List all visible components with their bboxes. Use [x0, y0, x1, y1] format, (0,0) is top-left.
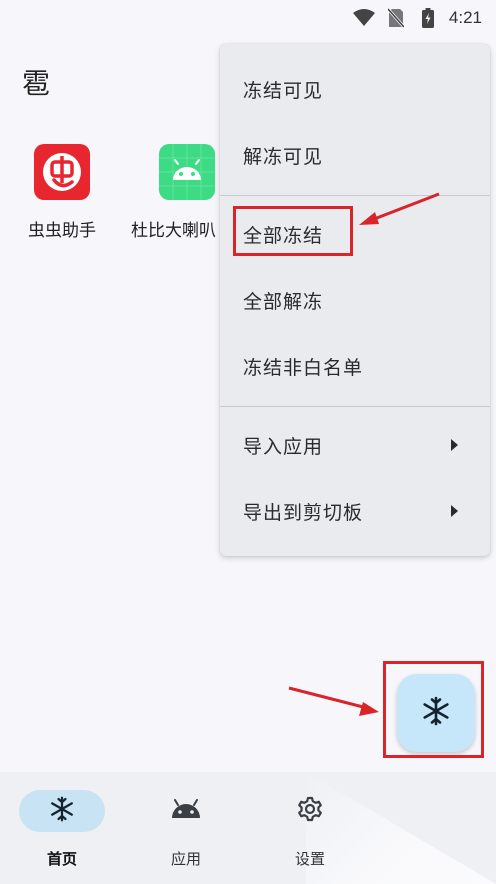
submenu-arrow-icon	[451, 439, 458, 451]
app-tile-chongchong[interactable]: 虫虫助手	[7, 144, 117, 241]
wifi-icon	[352, 7, 375, 29]
snowflake-icon	[49, 796, 75, 826]
menu-item-freeze-non-whitelist[interactable]: 冻结非白名单	[220, 333, 490, 399]
nav-item-apps[interactable]: 应用	[141, 790, 231, 869]
submenu-arrow-icon	[451, 505, 458, 517]
gear-icon	[297, 796, 323, 826]
app-tile-dubi[interactable]: 杜比大喇叭	[131, 144, 220, 241]
nav-label: 应用	[170, 850, 201, 868]
annotation-highlight-fab	[383, 661, 484, 758]
nav-active-indicator	[19, 790, 105, 832]
annotation-arrow-icon	[359, 192, 440, 225]
nav-icon-container	[143, 790, 229, 832]
menu-item-label: 导出到剪切板	[243, 501, 364, 524]
annotation-arrow-icon	[288, 686, 379, 716]
no-sim-icon	[385, 7, 407, 29]
menu-item-unfreeze-all[interactable]: 全部解冻	[220, 267, 490, 333]
menu-item-freeze-visible[interactable]: 冻结可见	[220, 56, 490, 122]
bottom-navigation: 首页 应用 设置	[0, 772, 496, 884]
menu-divider	[220, 406, 490, 407]
overflow-menu: 冻结可见 解冻可见 全部冻结 全部解冻 冻结非白名单 导入应用 导出到剪切板	[220, 44, 490, 556]
nav-icon-container	[267, 790, 353, 832]
menu-item-export-clipboard[interactable]: 导出到剪切板	[220, 478, 490, 544]
menu-item-import-apps[interactable]: 导入应用	[220, 412, 490, 478]
nav-label: 首页	[46, 850, 77, 868]
nav-item-home[interactable]: 首页	[17, 790, 107, 869]
nav-label: 设置	[294, 850, 325, 868]
app-label: 杜比大喇叭	[131, 221, 216, 241]
chongchong-app-icon	[34, 144, 90, 200]
menu-item-unfreeze-visible[interactable]: 解冻可见	[220, 122, 490, 188]
menu-item-label: 解冻可见	[243, 145, 324, 168]
page-title: 雹	[22, 67, 51, 100]
menu-item-label: 全部解冻	[243, 290, 324, 313]
annotation-highlight-freeze-all	[233, 206, 353, 256]
status-time: 4:21	[448, 8, 482, 27]
battery-charging-icon	[417, 7, 439, 29]
menu-item-label: 导入应用	[243, 435, 324, 458]
android-icon	[171, 799, 201, 823]
status-bar: 4:21	[0, 0, 496, 36]
android-app-icon	[159, 144, 215, 200]
menu-item-label: 冻结可见	[243, 79, 324, 102]
menu-item-label: 冻结非白名单	[243, 356, 364, 379]
app-label: 虫虫助手	[28, 221, 96, 241]
nav-item-settings[interactable]: 设置	[265, 790, 355, 869]
